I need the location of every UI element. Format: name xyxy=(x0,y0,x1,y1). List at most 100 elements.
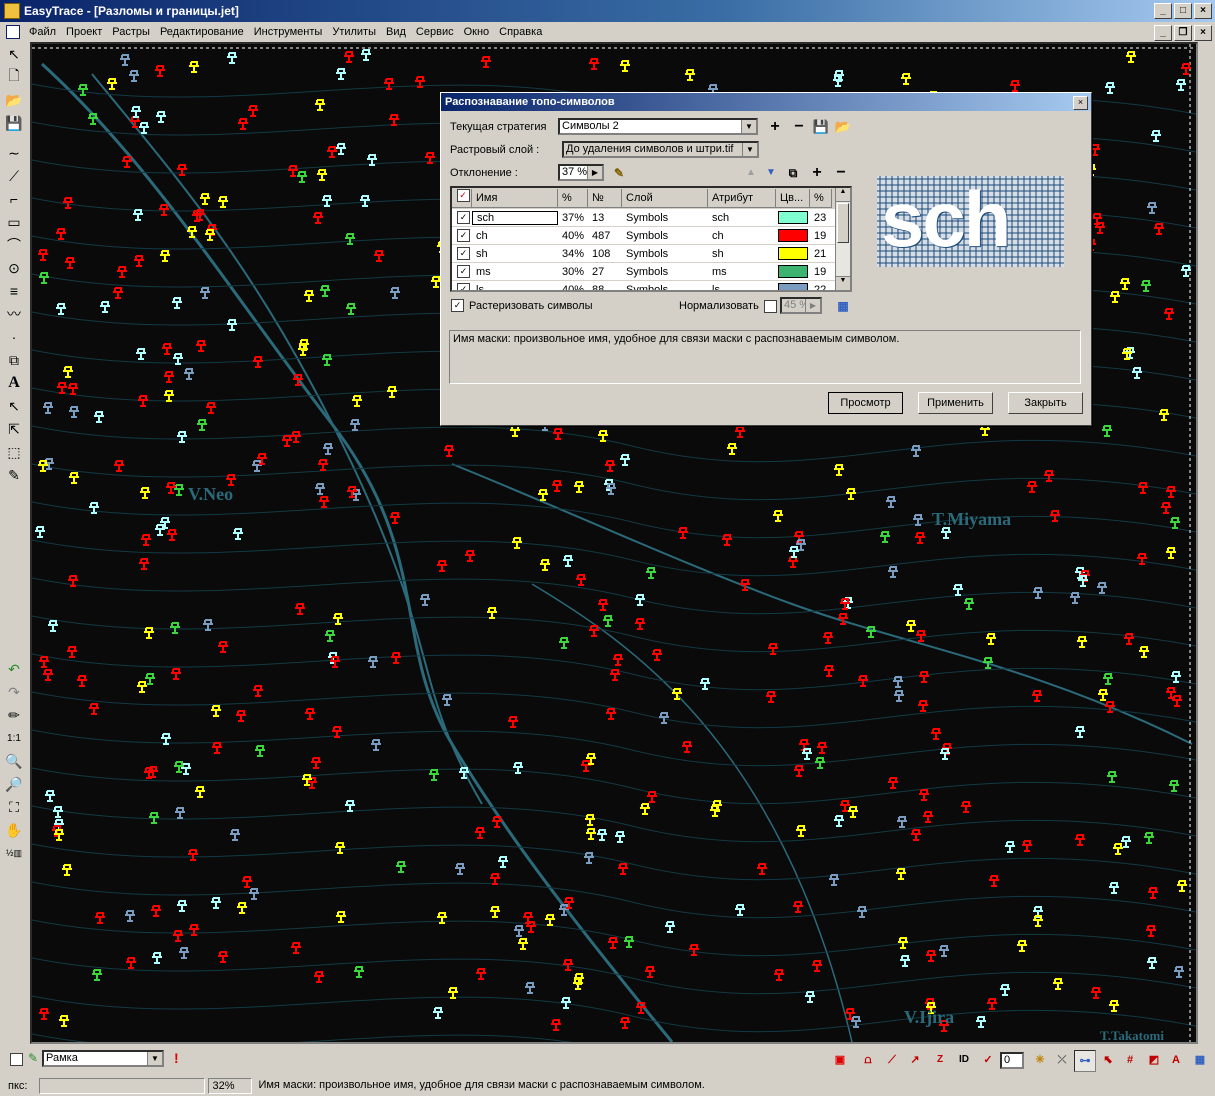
select-node-icon[interactable]: ⇱ xyxy=(3,418,25,440)
raster-layer-select[interactable]: До удаления символов и штри.tif ▼ xyxy=(562,141,759,158)
zoom-in-icon[interactable]: 🔍 xyxy=(3,750,25,772)
point-icon[interactable]: · xyxy=(3,326,25,348)
check-icon[interactable]: ✓ xyxy=(978,1050,998,1070)
hatch-icon[interactable]: ≡ xyxy=(3,280,25,302)
alert-icon[interactable]: ! xyxy=(174,1050,179,1066)
add-mask-icon[interactable]: + xyxy=(808,164,826,182)
strategy-select[interactable]: Символы 2 ▼ xyxy=(558,118,758,135)
layer-visible-checkbox[interactable] xyxy=(10,1053,23,1066)
menu-utilities[interactable]: Утилиты xyxy=(327,26,381,38)
scroll-down-icon[interactable]: ▼ xyxy=(836,276,850,290)
attribute-icon[interactable]: ⩍ xyxy=(858,1050,878,1070)
open-strategy-icon[interactable]: 📂 xyxy=(834,118,852,136)
z-order-icon[interactable]: Z xyxy=(930,1050,950,1070)
header-name[interactable]: Имя xyxy=(472,188,558,208)
dialog-close-button[interactable]: × xyxy=(1073,96,1088,110)
color-swatch[interactable] xyxy=(778,247,808,260)
select-all-checkbox[interactable]: ✓ xyxy=(456,188,470,202)
header-color[interactable]: Цв... xyxy=(776,188,810,208)
open-folder-icon[interactable]: 📂 xyxy=(3,89,25,111)
header-number[interactable]: № xyxy=(588,188,622,208)
menu-project[interactable]: Проект xyxy=(61,26,107,38)
header-attribute[interactable]: Атрибут xyxy=(708,188,776,208)
table-row[interactable]: ✓ sch 37% 13 Symbols sch 23 xyxy=(452,209,850,227)
arc-icon[interactable]: ⌒ xyxy=(3,234,25,256)
row-checkbox[interactable]: ✓ xyxy=(457,283,470,290)
menu-tools[interactable]: Инструменты xyxy=(249,26,328,38)
rectangle-icon[interactable]: ▭ xyxy=(3,211,25,233)
text-icon[interactable]: A xyxy=(3,372,25,394)
row-checkbox[interactable]: ✓ xyxy=(457,247,470,260)
close-button[interactable]: × xyxy=(1194,3,1212,19)
text-style-icon[interactable]: A xyxy=(1166,1050,1186,1070)
header-percent2[interactable]: % xyxy=(810,188,832,208)
table-row[interactable]: ✓ ch 40% 487 Symbols ch 19 xyxy=(452,227,850,245)
mdi-restore-button[interactable]: ❐ xyxy=(1174,25,1192,41)
document-icon[interactable] xyxy=(6,25,20,39)
color-swatch[interactable] xyxy=(778,265,808,278)
header-percent[interactable]: % xyxy=(558,188,588,208)
node-mode-icon[interactable]: ⊶ xyxy=(1074,1050,1096,1072)
table-scrollbar[interactable]: ▲ ▼ xyxy=(835,188,850,290)
palette-icon[interactable]: ▦ xyxy=(1190,1050,1210,1070)
pencil-icon[interactable]: ✏ xyxy=(3,704,25,726)
row-checkbox[interactable]: ✓ xyxy=(457,229,470,242)
menu-rasters[interactable]: Растры xyxy=(107,26,155,38)
scroll-thumb[interactable] xyxy=(837,203,849,243)
close-dialog-button[interactable]: Закрыть xyxy=(1008,392,1083,414)
scale-1-1-icon[interactable]: 1:1 xyxy=(3,727,25,749)
menu-window[interactable]: Окно xyxy=(459,26,495,38)
line-tool-icon[interactable]: ⟋ xyxy=(882,1050,902,1070)
move-down-icon[interactable]: ▼ xyxy=(762,164,780,182)
apply-button[interactable]: Применить xyxy=(918,392,993,414)
menu-file[interactable]: Файл xyxy=(24,26,61,38)
header-layer[interactable]: Слой xyxy=(622,188,708,208)
maximize-button[interactable]: □ xyxy=(1174,3,1192,19)
trace-icon[interactable]: 〰 xyxy=(3,303,25,325)
row-checkbox[interactable]: ✓ xyxy=(457,211,470,224)
rasterize-option[interactable]: ✓ Растеризовать символы xyxy=(451,299,592,312)
fill-color-icon[interactable]: ▣ xyxy=(830,1050,850,1070)
menu-help[interactable]: Справка xyxy=(494,26,547,38)
step-line-icon[interactable]: ⌐ xyxy=(3,188,25,210)
menu-view[interactable]: Вид xyxy=(381,26,411,38)
minimize-button[interactable]: _ xyxy=(1154,3,1172,19)
table-row[interactable]: ✓ sh 34% 108 Symbols sh 21 xyxy=(452,245,850,263)
zoom-out-icon[interactable]: 🔎 xyxy=(3,773,25,795)
color-swatch[interactable] xyxy=(778,229,808,242)
select-arrow-icon[interactable]: ↖ xyxy=(3,395,25,417)
id-icon[interactable]: ID xyxy=(954,1050,974,1070)
new-file-icon[interactable]: 🗋 xyxy=(3,66,25,88)
grid-icon[interactable]: # xyxy=(1120,1050,1140,1070)
add-strategy-icon[interactable]: + xyxy=(766,118,784,136)
frame-icon[interactable]: ◩ xyxy=(1144,1050,1164,1070)
layer-select[interactable]: Рамка ▼ xyxy=(42,1050,164,1067)
circle-icon[interactable]: ⊙ xyxy=(3,257,25,279)
copy-mask-icon[interactable]: ⧉ xyxy=(784,164,802,182)
copy-icon[interactable]: ⧉ xyxy=(3,349,25,371)
rasterize-checkbox[interactable]: ✓ xyxy=(451,299,464,312)
row-checkbox[interactable]: ✓ xyxy=(457,265,470,278)
polyline-icon[interactable]: ⟋ xyxy=(3,165,25,187)
menu-edit[interactable]: Редактирование xyxy=(155,26,249,38)
pan-hand-icon[interactable]: ✋ xyxy=(3,819,25,841)
remove-strategy-icon[interactable]: − xyxy=(790,118,808,136)
counter-field[interactable]: 0 xyxy=(1000,1052,1024,1069)
mdi-close-button[interactable]: × xyxy=(1194,25,1212,41)
table-row[interactable]: ✓ ls 40% 88 Symbols ls 22 xyxy=(452,281,850,290)
color-swatch[interactable] xyxy=(778,211,808,224)
pencil-edit-icon[interactable]: ✎ xyxy=(610,164,628,182)
move-up-icon[interactable]: ▲ xyxy=(742,164,760,182)
zoom-extent-icon[interactable]: ⛶ xyxy=(3,796,25,818)
curve-icon[interactable]: ∼ xyxy=(3,142,25,164)
select-area-icon[interactable]: ⬚ xyxy=(3,441,25,463)
redo-icon[interactable]: ↷ xyxy=(3,681,25,703)
menu-service[interactable]: Сервис xyxy=(411,26,459,38)
snap-icon[interactable]: ⤫ xyxy=(1052,1050,1072,1070)
measure-icon[interactable]: ½▥ xyxy=(3,842,25,864)
deviation-field[interactable]: 37 % ▶ xyxy=(558,164,604,181)
normalize-field[interactable]: 45 % ▶ xyxy=(780,297,822,314)
normalize-checkbox[interactable] xyxy=(764,300,777,313)
pointer-icon[interactable]: ↖ xyxy=(3,43,25,65)
save-icon[interactable]: 💾 xyxy=(3,112,25,134)
